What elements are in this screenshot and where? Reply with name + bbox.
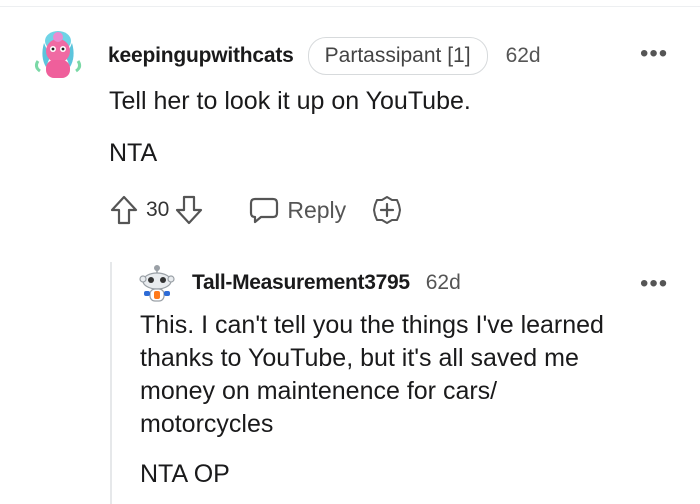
user-flair: Partassipant [1] <box>307 37 488 75</box>
more-options-icon[interactable]: ••• <box>640 42 668 66</box>
reply-user-avatar[interactable] <box>138 264 176 304</box>
comment-meta: keepingupwithcats Partassipant [1] 62d <box>108 36 541 76</box>
reply-body-line: NTA OP <box>140 460 230 488</box>
comment-bubble-icon <box>250 197 279 224</box>
vote-count: 30 <box>146 198 170 221</box>
upvote-icon[interactable] <box>110 194 138 226</box>
reply-button[interactable]: Reply <box>249 196 346 224</box>
reply-body-line: This. I can't tell you the things I've l… <box>140 311 604 339</box>
reply-username[interactable]: Tall-Measurement3795 <box>192 271 410 295</box>
downvote-icon[interactable] <box>175 194 203 226</box>
award-icon[interactable] <box>372 195 402 225</box>
reply-more-options-icon[interactable]: ••• <box>640 272 668 296</box>
reply-body-line: thanks to YouTube, but it's all saved me <box>140 344 579 372</box>
reply-meta: Tall-Measurement3795 62d <box>192 268 461 298</box>
reply-body-line: money on maintenence for cars/ <box>140 377 498 405</box>
reply-age[interactable]: 62d <box>426 271 461 295</box>
reply-body-line: motorcycles <box>140 410 274 438</box>
thread-line[interactable] <box>110 262 112 504</box>
user-avatar[interactable] <box>30 27 86 83</box>
top-divider <box>0 0 700 7</box>
reply-label: Reply <box>287 196 347 223</box>
comment-age[interactable]: 62d <box>506 44 541 68</box>
comment-username[interactable]: keepingupwithcats <box>108 44 294 68</box>
comment-actions: 30 Reply <box>110 190 402 230</box>
comment-body-line: Tell her to look it up on YouTube. <box>109 87 471 115</box>
comment-body-line: NTA <box>109 139 158 167</box>
